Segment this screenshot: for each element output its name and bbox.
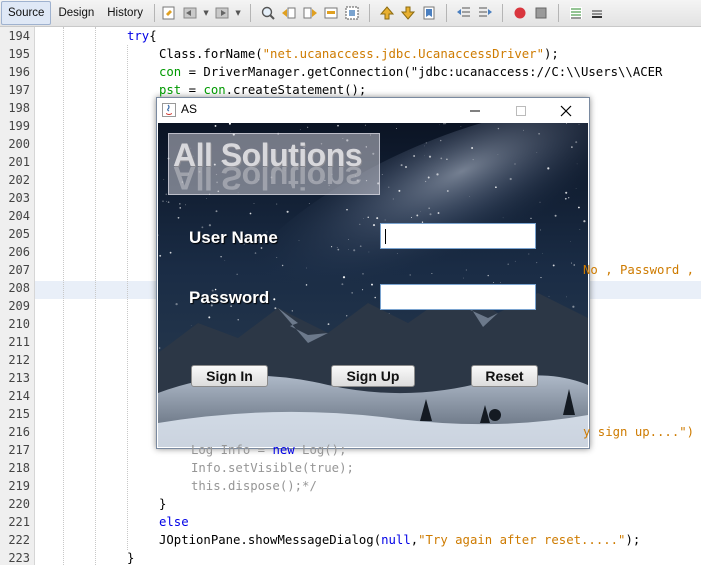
line-number: 199 — [8, 119, 30, 133]
minimize-icon — [470, 110, 480, 111]
start-macro-recording-icon[interactable] — [511, 4, 529, 22]
find-next-icon[interactable] — [301, 4, 319, 22]
line-number: 203 — [8, 191, 30, 205]
line-number: 215 — [8, 407, 30, 421]
forward-dropdown-icon[interactable]: ▼ — [234, 4, 242, 22]
line-number: 197 — [8, 83, 30, 97]
toolbar-separator — [250, 4, 252, 22]
line-number: 211 — [8, 335, 30, 349]
indent-guide — [95, 27, 96, 565]
code-line[interactable]: Class.forName("net.ucanaccess.jdbc.Ucana… — [159, 45, 559, 63]
dialog-content: All Solutions All Solutions User Name Pa… — [158, 123, 588, 447]
dialog-title: AS — [181, 102, 198, 116]
toggle-bookmark-icon[interactable] — [420, 4, 438, 22]
code-line[interactable]: con = DriverManager.getConnection("jdbc:… — [159, 63, 662, 81]
reset-button[interactable]: Reset — [471, 365, 538, 387]
code-line[interactable]: No , Password , — [583, 261, 694, 279]
last-edit-icon[interactable] — [160, 4, 178, 22]
maximize-icon — [516, 105, 526, 116]
line-number: 198 — [8, 101, 30, 115]
sign-in-button[interactable]: Sign In — [191, 365, 268, 387]
code-line[interactable]: } — [127, 549, 134, 567]
line-number: 202 — [8, 173, 30, 187]
forward-icon[interactable] — [213, 4, 231, 22]
tab-history[interactable]: History — [101, 2, 149, 24]
indent-guide — [63, 27, 64, 565]
line-number: 223 — [8, 551, 30, 565]
toolbar-separator — [446, 4, 448, 22]
comment-icon[interactable] — [567, 4, 585, 22]
find-previous-icon[interactable] — [280, 4, 298, 22]
line-number: 205 — [8, 227, 30, 241]
line-number: 217 — [8, 443, 30, 457]
login-dialog: AS All Solutions All Solutions User Name… — [156, 97, 590, 449]
sign-up-button[interactable]: Sign Up — [331, 365, 415, 387]
line-number: 219 — [8, 479, 30, 493]
line-number: 218 — [8, 461, 30, 475]
toggle-highlight-icon[interactable] — [343, 4, 361, 22]
tab-design[interactable]: Design — [52, 2, 100, 24]
line-number: 220 — [8, 497, 30, 511]
minimize-button[interactable] — [452, 98, 498, 123]
code-line[interactable]: y sign up....") — [583, 423, 694, 441]
next-bookmark-icon[interactable] — [399, 4, 417, 22]
previous-bookmark-icon[interactable] — [378, 4, 396, 22]
code-line[interactable]: } — [159, 495, 166, 513]
back-dropdown-icon[interactable]: ▼ — [202, 4, 210, 22]
line-number: 204 — [8, 209, 30, 223]
text-cursor — [385, 229, 386, 244]
password-field[interactable] — [380, 284, 536, 310]
line-number: 221 — [8, 515, 30, 529]
find-icon[interactable] — [259, 4, 277, 22]
logo: All Solutions All Solutions — [168, 133, 380, 195]
logo-reflection: All Solutions — [173, 167, 363, 193]
find-selection-icon[interactable] — [322, 4, 340, 22]
line-number: 195 — [8, 47, 30, 61]
line-number: 196 — [8, 65, 30, 79]
toolbar-separator — [502, 4, 504, 22]
java-icon — [162, 103, 176, 117]
close-button[interactable] — [543, 98, 589, 123]
username-field[interactable] — [380, 223, 536, 249]
uncomment-icon[interactable] — [588, 4, 606, 22]
code-line[interactable]: JOptionPane.showMessageDialog(null,"Try … — [159, 531, 640, 549]
username-label: User Name — [189, 228, 278, 247]
line-number: 210 — [8, 317, 30, 331]
stop-macro-recording-icon[interactable] — [532, 4, 550, 22]
toolbar-separator — [369, 4, 371, 22]
dialog-title-bar[interactable]: AS — [157, 98, 589, 123]
indent-guide — [127, 45, 128, 550]
code-line[interactable]: pst = con.createStatement(); — [159, 81, 366, 99]
toolbar-separator — [154, 4, 156, 22]
line-number: 200 — [8, 137, 30, 151]
password-label: Password — [189, 288, 270, 307]
line-number: 216 — [8, 425, 30, 439]
line-number: 201 — [8, 155, 30, 169]
toolbar-separator — [558, 4, 560, 22]
line-number: 206 — [8, 245, 30, 259]
line-number: 214 — [8, 389, 30, 403]
line-number: 209 — [8, 299, 30, 313]
shift-left-icon[interactable] — [455, 4, 473, 22]
code-line[interactable]: try{ — [127, 27, 157, 45]
tab-source[interactable]: Source — [1, 1, 52, 25]
line-number: 208 — [8, 281, 30, 295]
code-line[interactable]: Log Info = new Log(); — [191, 441, 346, 459]
line-number: 207 — [8, 263, 30, 277]
code-line[interactable]: this.dispose();*/ — [191, 477, 317, 495]
code-line[interactable]: else — [159, 513, 189, 531]
line-number: 222 — [8, 533, 30, 547]
maximize-button[interactable] — [498, 98, 544, 123]
line-number: 194 — [8, 29, 30, 43]
line-number: 213 — [8, 371, 30, 385]
back-icon[interactable] — [181, 4, 199, 22]
editor-toolbar: Source Design History ▼ ▼ — [0, 0, 701, 27]
line-number: 212 — [8, 353, 30, 367]
code-line[interactable]: Info.setVisible(true); — [191, 459, 354, 477]
close-icon — [560, 105, 572, 116]
shift-right-icon[interactable] — [476, 4, 494, 22]
